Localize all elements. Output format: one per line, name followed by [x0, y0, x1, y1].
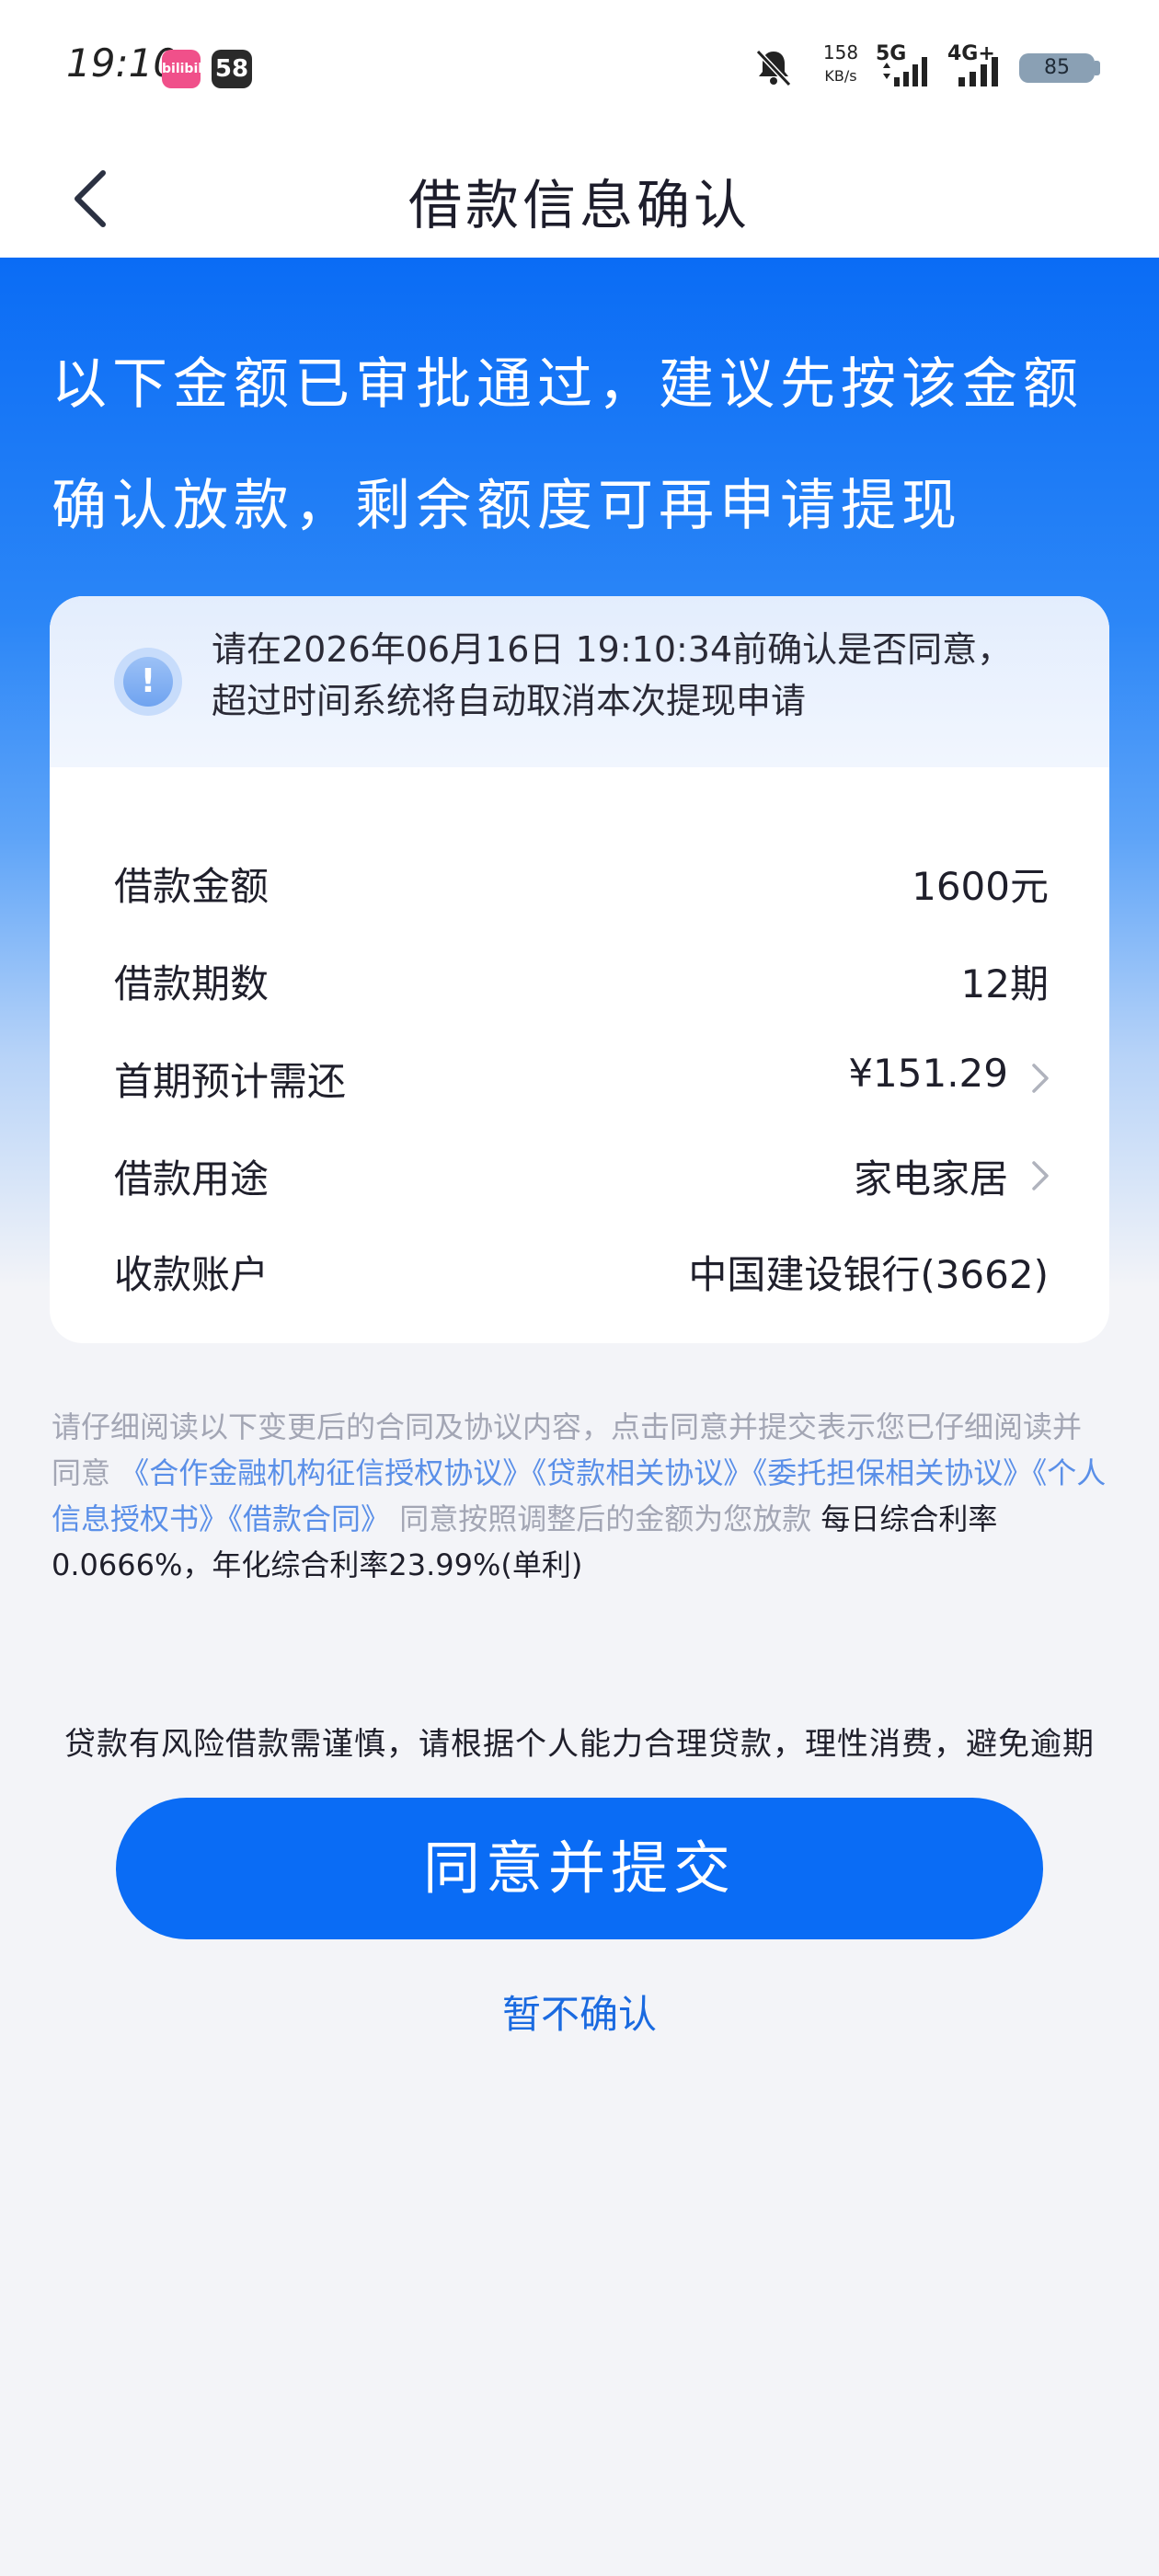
detail-label: 借款用途: [114, 1156, 270, 1202]
detail-label: 收款账户: [114, 1252, 270, 1297]
chevron-right-icon: [1032, 1064, 1049, 1093]
agreement-link-credit-auth[interactable]: 《合作金融机构征信授权协议》: [120, 1455, 532, 1490]
detail-row-first-repayment[interactable]: 首期预计需还 ¥151.29: [114, 1041, 1049, 1106]
net-speed-value: 158: [822, 41, 859, 63]
deadline-notice: ! 请在2026年06月16日 19:10:34前确认是否同意，超过时间系统将自…: [50, 596, 1109, 767]
agreement-link-guarantee[interactable]: 《委托担保相关协议》: [752, 1455, 1032, 1490]
agree-submit-button[interactable]: 同意并提交: [116, 1798, 1043, 1939]
detail-label: 借款金额: [114, 864, 270, 909]
exclamation-icon: !: [114, 648, 182, 716]
battery-icon: 85: [1019, 53, 1095, 83]
bell-muted-icon: [755, 49, 792, 87]
signal-icon: [958, 57, 998, 86]
net-speed: 158 KB/s: [813, 40, 868, 88]
battery-tip: [1095, 61, 1100, 75]
detail-value: 家电家居: [853, 1156, 1008, 1202]
nav-bar: 借款信息确认: [0, 136, 1159, 258]
detail-value: 1600元: [912, 864, 1049, 909]
status-time: 19:10: [66, 40, 178, 86]
detail-value: 中国建设银行(3662): [688, 1252, 1049, 1297]
detail-row-purpose[interactable]: 借款用途 家电家居: [114, 1139, 1049, 1203]
detail-row-account: 收款账户 中国建设银行(3662): [114, 1235, 1049, 1299]
detail-row-terms: 借款期数 12期: [114, 944, 1049, 1008]
detail-row-amount: 借款金额 1600元: [114, 846, 1049, 911]
detail-value: ¥151.29: [848, 1051, 1008, 1096]
not-now-link[interactable]: 暂不确认: [0, 1984, 1159, 2040]
agreement-link-loan-contract[interactable]: 《借款合同》: [228, 1501, 390, 1536]
page-title: 借款信息确认: [407, 174, 751, 236]
bilibili-app-icon: bilibili: [162, 50, 207, 88]
deadline-notice-text: 请在2026年06月16日 19:10:34前确认是否同意，超过时间系统将自动取…: [212, 629, 1013, 721]
approval-message: 以下金额已审批通过，建议先按该金额确认放款，剩余额度可再申请提现: [52, 352, 1084, 538]
agreement-link-loan-related[interactable]: 《贷款相关协议》: [532, 1455, 752, 1490]
status-bar: 19:10 bilibili 58 158 KB/s 5G 4G+ 85: [0, 0, 1159, 136]
detail-value: 12期: [960, 961, 1049, 1006]
app-58-icon: 58: [212, 50, 252, 88]
agreement-disclaimer: 请仔细阅读以下变更后的合同及协议内容，点击同意并提交表示您已仔细阅读并同意 《合…: [52, 1404, 1109, 1588]
loan-info-card: ! 请在2026年06月16日 19:10:34前确认是否同意，超过时间系统将自…: [50, 596, 1109, 1343]
disclaimer-suffix: 同意按照调整后的金额为您放款: [390, 1501, 821, 1536]
net-speed-unit: KB/s: [824, 67, 857, 85]
signal-icon: [883, 57, 927, 86]
detail-label: 首期预计需还: [114, 1059, 347, 1104]
risk-warning: 贷款有风险借款需谨慎，请根据个人能力合理贷款，理性消费，避免逾期: [64, 1726, 1095, 1763]
detail-label: 借款期数: [114, 961, 270, 1006]
chevron-right-icon: [1032, 1161, 1049, 1190]
